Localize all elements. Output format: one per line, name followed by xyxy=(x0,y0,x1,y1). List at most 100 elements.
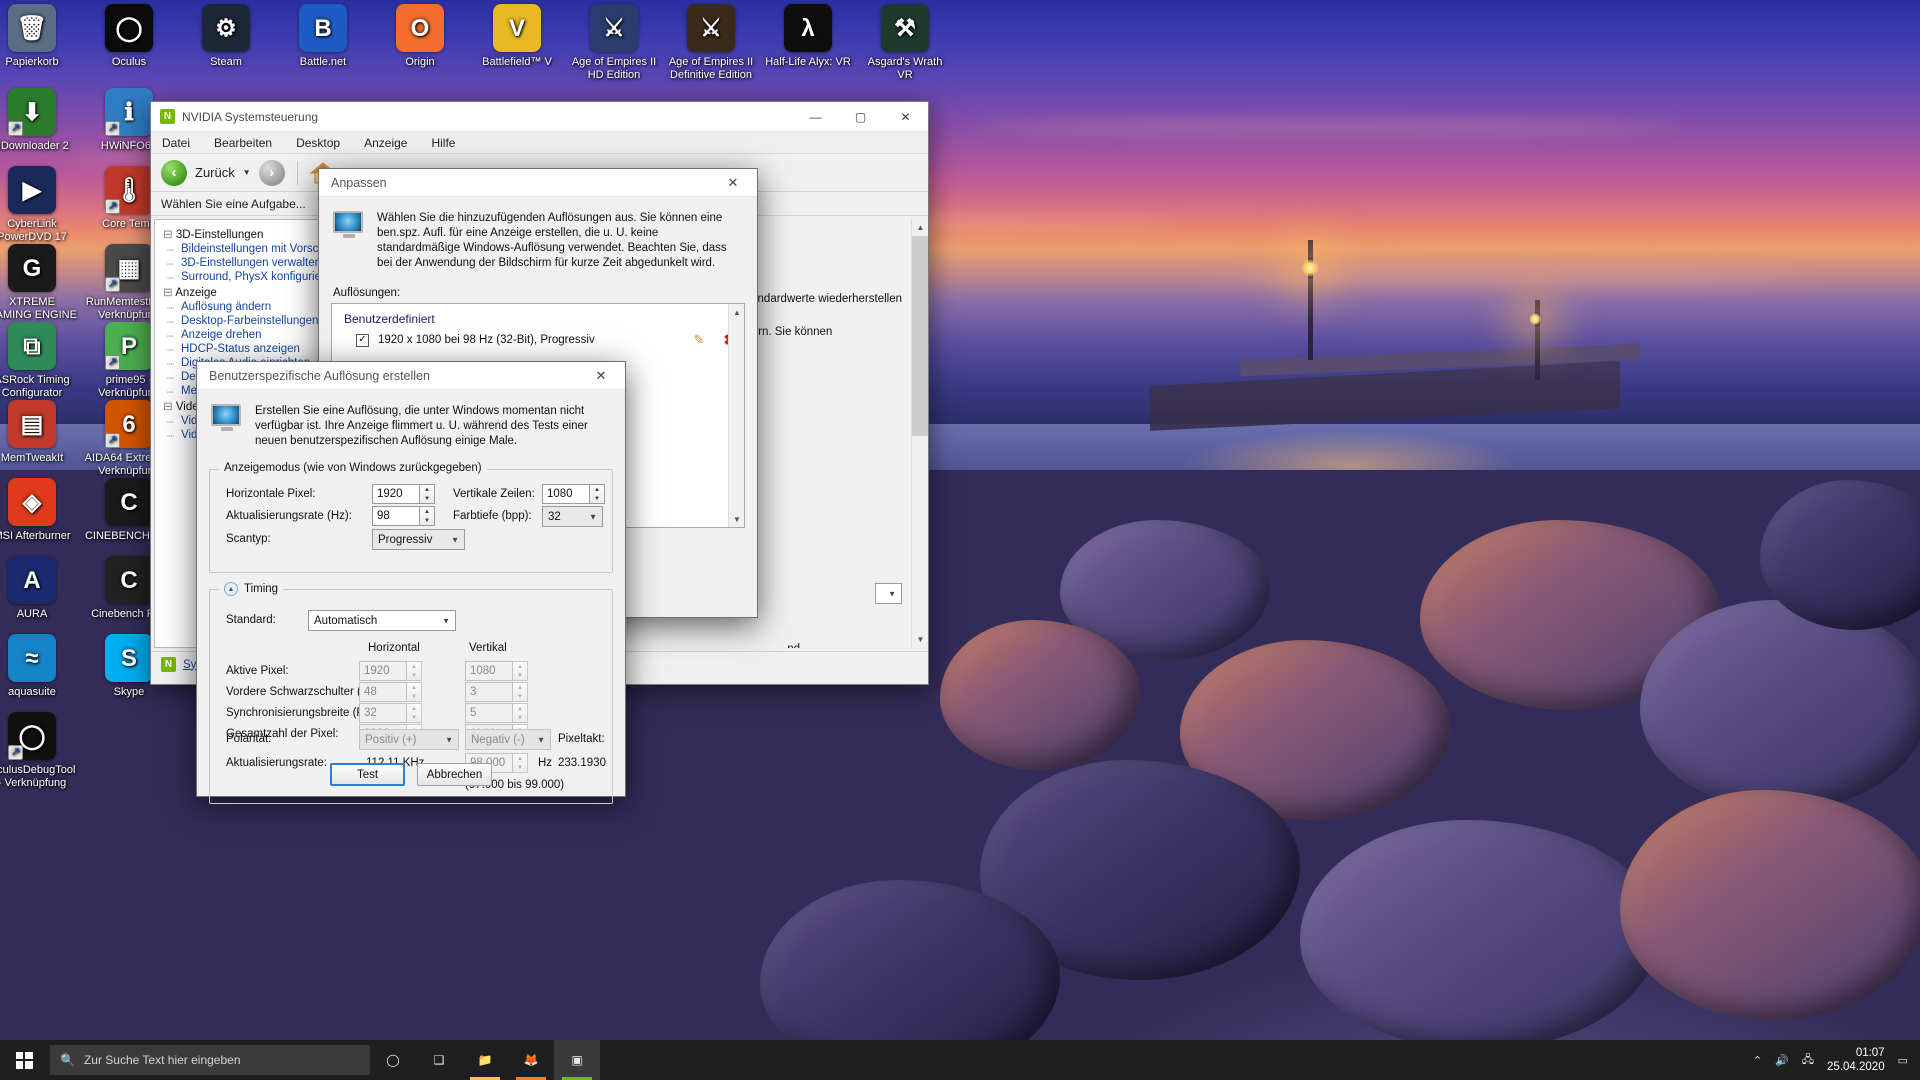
horizontal-pixels-input[interactable]: 1920 xyxy=(372,484,420,504)
desktop-icon[interactable]: ≈ aquasuite xyxy=(0,634,78,699)
menu-item-bearbeiten[interactable]: Bearbeiten xyxy=(211,134,275,152)
chevron-down-icon: ▼ xyxy=(537,735,545,744)
desktop-icon[interactable]: ⚔ Age of Empires II Definitive Edition xyxy=(665,4,757,82)
timing-horizontal-input: 48 xyxy=(359,682,407,702)
content-scrollbar[interactable]: ▲ ▼ xyxy=(911,219,928,648)
pencil-icon[interactable]: ✎ xyxy=(694,332,705,348)
scroll-up-icon[interactable]: ▲ xyxy=(729,304,744,320)
horizontal-pixels-stepper[interactable]: ▲ ▼ xyxy=(420,484,435,504)
start-button[interactable] xyxy=(0,1040,48,1080)
color-depth-select[interactable]: 32 ▼ xyxy=(542,506,603,527)
custom-resolution-dialog[interactable]: Benutzerspezifische Auflösung erstellen … xyxy=(196,361,626,804)
desktop-icon-glyph: 6 ↗ xyxy=(105,400,153,448)
menu-item-desktop[interactable]: Desktop xyxy=(293,134,343,152)
nvcp-window-controls[interactable]: — ▢ ✕ xyxy=(793,102,928,132)
scroll-down-icon[interactable]: ▼ xyxy=(729,511,744,527)
horizontal-pixels-label: Horizontale Pixel: xyxy=(226,488,316,500)
back-dropdown-icon[interactable]: ▼ xyxy=(243,168,251,177)
vertical-lines-input[interactable]: 1080 xyxy=(542,484,590,504)
desktop-icon[interactable]: λ Half-Life Alyx: VR xyxy=(762,4,854,69)
close-button[interactable]: ✕ xyxy=(883,102,928,132)
refresh-rate-input[interactable]: 98 xyxy=(372,506,420,526)
desktop-icon[interactable]: ▶ CyberLink PowerDVD 17 xyxy=(0,166,78,244)
scan-type-select[interactable]: Progressiv ▼ xyxy=(372,529,465,550)
test-button[interactable]: Test xyxy=(330,763,405,786)
notification-icon[interactable]: ▭ xyxy=(1898,1054,1908,1067)
display-mode-caption: Anzeigemodus (wie von Windows zurückgege… xyxy=(219,462,487,474)
back-icon[interactable]: ‹ xyxy=(161,159,187,186)
menu-item-anzeige[interactable]: Anzeige xyxy=(361,134,410,152)
file-explorer-icon[interactable]: 📁 xyxy=(462,1040,508,1080)
custom-res-button-row[interactable]: Test Abbrechen xyxy=(197,763,625,786)
forward-icon[interactable]: › xyxy=(258,159,285,186)
desktop-icon[interactable]: ⚒ Asgard's Wrath VR xyxy=(859,4,951,82)
tree-item[interactable]: ┈Bildeinstellungen mit Vorschau anpassen xyxy=(159,242,345,257)
desktop-icon[interactable]: B Battle.net xyxy=(277,4,369,69)
tree-item[interactable]: ┈ Auflösung ändern xyxy=(159,300,341,315)
resolution-list-item[interactable]: ✓ 1920 x 1080 bei 98 Hz (32-Bit), Progre… xyxy=(332,328,744,352)
nvcp-menubar[interactable]: Datei Bearbeiten Desktop Anzeige Hilfe xyxy=(151,132,928,154)
timing-standard-select[interactable]: Automatisch ▼ xyxy=(308,610,456,631)
scrollbar-thumb[interactable] xyxy=(912,236,928,436)
taskbar-buttons[interactable]: ◯ ❑ 📁 🦊 ▣ xyxy=(370,1040,600,1080)
vertical-lines-stepper[interactable]: ▲ ▼ xyxy=(590,484,605,504)
collapse-icon[interactable]: ▲ xyxy=(224,582,238,596)
tree-item[interactable]: ┈ 3D-Einstellungen verwalten xyxy=(159,256,341,271)
timing-caption: Timing xyxy=(244,583,279,595)
taskbar-clock[interactable]: 01:07 25.04.2020 xyxy=(1827,1046,1885,1074)
desktop-icon[interactable]: ◯↗ OculusDebugTool - Verknüpfung xyxy=(0,712,78,790)
tree-item[interactable]: ┈ Surround, PhysX konfigurieren xyxy=(159,270,341,285)
timing-caption-row[interactable]: ▲ Timing xyxy=(219,582,284,596)
back-label[interactable]: Zurück xyxy=(195,165,235,180)
tree-item[interactable]: ┈ Anzeige drehen xyxy=(159,328,341,343)
tree-group[interactable]: ⊟ 3D-Einstellungen xyxy=(159,226,341,242)
desktop-icon[interactable]: ⧉ ASRock Timing Configurator xyxy=(0,322,78,400)
close-button[interactable]: ✕ xyxy=(581,362,621,390)
refresh-rate-stepper[interactable]: ▲ ▼ xyxy=(420,506,435,526)
desktop-icon-glyph: B xyxy=(299,4,347,52)
chevron-up-icon[interactable]: ⌃ xyxy=(1753,1054,1762,1067)
cortana-icon[interactable]: ◯ xyxy=(370,1040,416,1080)
close-button[interactable]: ✕ xyxy=(713,169,753,197)
timing-vertical-stepper: ▲▼ xyxy=(513,682,528,702)
task-view-icon[interactable]: ❑ xyxy=(416,1040,462,1080)
system-tray[interactable]: ⌃ 🔊 🖧 01:07 25.04.2020 ▭ xyxy=(1753,1046,1920,1074)
tree-group[interactable]: ⊟ Anzeige xyxy=(159,284,341,300)
desktop-icon[interactable]: G XTREME GAMING ENGINE xyxy=(0,244,78,322)
scroll-down-icon[interactable]: ▼ xyxy=(912,631,928,648)
scroll-up-icon[interactable]: ▲ xyxy=(912,219,928,236)
content-dropdown[interactable]: ▼ xyxy=(875,583,902,604)
desktop-icon-glyph: 🌡 ↗ xyxy=(105,166,153,214)
nvidia-control-panel-icon[interactable]: ▣ xyxy=(554,1040,600,1080)
desktop-icon-label: Battlefield™ V xyxy=(482,56,552,68)
resolution-checkbox[interactable]: ✓ xyxy=(356,333,369,347)
firefox-icon[interactable]: 🦊 xyxy=(508,1040,554,1080)
timing-vertical-input: 5 xyxy=(465,703,513,723)
menu-item-datei[interactable]: Datei xyxy=(159,134,193,152)
menu-item-hilfe[interactable]: Hilfe xyxy=(428,134,458,152)
maximize-button[interactable]: ▢ xyxy=(838,102,883,132)
volume-icon[interactable]: 🔊 xyxy=(1775,1054,1789,1067)
resolution-label: 1920 x 1080 bei 98 Hz (32-Bit), Progress… xyxy=(378,334,595,346)
desktop-icon[interactable]: O Origin xyxy=(374,4,466,69)
tree-item[interactable]: ┈ HDCP-Status anzeigen xyxy=(159,342,341,357)
desktop-icon[interactable]: ▤ MemTweakIt xyxy=(0,400,78,465)
cancel-button[interactable]: Abbrechen xyxy=(417,763,492,786)
listbox-scrollbar[interactable]: ▲ ▼ xyxy=(728,304,744,527)
tree-item[interactable]: ┈Desktop-Farbeinstellungen anpassen xyxy=(159,314,345,329)
desktop-icon[interactable]: ◯ Oculus xyxy=(83,4,175,69)
restore-defaults-button[interactable]: Standardwerte wiederherstellen xyxy=(740,293,902,305)
taskbar[interactable]: 🔍 Zur Suche Text hier eingeben ◯ ❑ 📁 🦊 ▣ ⌃ 🔊… xyxy=(0,1040,1920,1080)
desktop-icon[interactable]: ⚔ Age of Empires II HD Edition xyxy=(568,4,660,82)
desktop-icon[interactable]: ⚙ Steam xyxy=(180,4,272,69)
desktop-icon[interactable]: A AURA xyxy=(0,556,78,621)
scan-type-value: Progressiv xyxy=(378,533,433,546)
timing-horizontal-input: 1920 xyxy=(359,661,407,681)
desktop-icon[interactable]: V Battlefield™ V xyxy=(471,4,563,69)
taskbar-search-box[interactable]: 🔍 Zur Suche Text hier eingeben xyxy=(50,1045,370,1075)
desktop-icon[interactable]: ◈ MSI Afterburner xyxy=(0,478,78,543)
desktop-icon[interactable]: ⬇ ↗ JDownloader 2 xyxy=(0,88,78,153)
network-icon[interactable]: 🖧 xyxy=(1802,1051,1814,1070)
minimize-button[interactable]: — xyxy=(793,102,838,132)
desktop-icon[interactable]: 🗑 Papierkorb xyxy=(0,4,78,69)
